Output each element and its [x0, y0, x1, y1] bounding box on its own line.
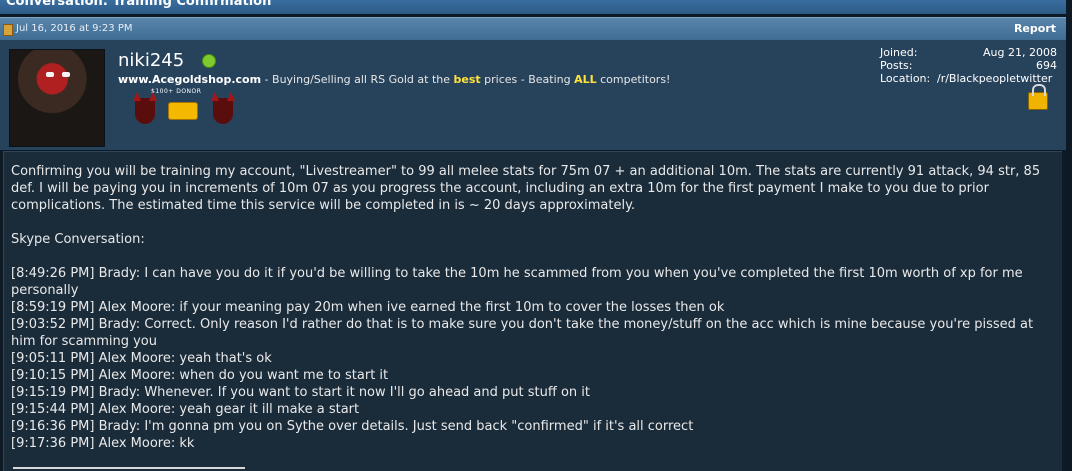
stat-value: /r/Blackpeopletwitter: [937, 72, 1053, 85]
user-title-text: competitors!: [596, 73, 671, 86]
avatar-eye: [62, 72, 70, 77]
message-intro: Confirming you will be training my accou…: [11, 164, 1041, 213]
stat-label: Location:: [880, 72, 931, 85]
user-title-site: www.Acegoldshop.com: [118, 73, 262, 86]
stat-value: Aug 21, 2008: [983, 46, 1057, 59]
conversation-title: Conversation: Training Confirmation: [6, 0, 272, 9]
stat-value[interactable]: 694: [1036, 59, 1057, 72]
donor-badge-caption: $100+ DONOR: [151, 88, 202, 95]
chat-line: [9:17:36 PM] Alex Moore: kk: [11, 436, 195, 451]
avatar-eye: [46, 72, 54, 77]
chat-line: [8:49:26 PM] Brady: I can have you do it…: [11, 266, 1023, 298]
chat-line: [8:59:19 PM] Alex Moore: if your meaning…: [11, 300, 725, 315]
stat-location: Location: /r/Blackpeopletwitter: [880, 72, 1057, 85]
chat-line: [9:15:19 PM] Brady: Whenever. If you wan…: [11, 385, 590, 400]
user-title: www.Acegoldshop.com - Buying/Selling all…: [118, 73, 670, 86]
chat-line: [9:05:11 PM] Alex Moore: yeah that's ok: [11, 351, 272, 366]
chat-line: [9:03:52 PM] Brady: Correct. Only reason…: [11, 317, 1034, 349]
user-title-highlight: ALL: [574, 73, 597, 86]
lock-icon: [1028, 84, 1048, 110]
demon-badge-icon: [133, 92, 157, 124]
gold-donor-badge-icon: [168, 102, 198, 120]
page-edge: [1066, 0, 1072, 470]
chat-line: [9:16:36 PM] Brady: I'm gonna pm you on …: [11, 419, 694, 434]
stat-joined: Joined: Aug 21, 2008: [880, 46, 1057, 59]
conversation-title-bar: Conversation: Training Confirmation: [0, 0, 1072, 14]
post-date: Jul 16, 2016 at 9:23 PM: [16, 23, 133, 34]
user-stats: Joined: Aug 21, 2008 Posts: 694 Location…: [880, 46, 1057, 85]
chat-line: [9:10:15 PM] Alex Moore: when do you wan…: [11, 368, 389, 383]
chat-line: [9:15:44 PM] Alex Moore: yeah gear it il…: [11, 402, 360, 417]
username[interactable]: niki245: [118, 50, 184, 71]
message-text: Confirming you will be training my accou…: [11, 163, 1057, 452]
avatar[interactable]: [9, 49, 105, 147]
user-info-panel: niki245 www.Acegoldshop.com - Buying/Sel…: [0, 40, 1066, 150]
post-icon: [3, 24, 13, 36]
message-body: Confirming you will be training my accou…: [3, 151, 1062, 471]
divider: [13, 467, 245, 469]
user-badges: $100+ DONOR: [131, 88, 241, 128]
online-status-icon: [202, 54, 216, 68]
user-title-text: - Buying/Selling all RS Gold at the: [261, 73, 454, 86]
skype-heading: Skype Conversation:: [11, 232, 145, 247]
post-header: Jul 16, 2016 at 9:23 PM Report: [0, 17, 1066, 40]
stat-posts: Posts: 694: [880, 59, 1057, 72]
demon-badge-icon: [211, 92, 235, 124]
stat-label: Posts:: [880, 59, 913, 72]
user-title-highlight: best: [453, 73, 481, 86]
user-title-text: prices - Beating: [480, 73, 575, 86]
stat-label: Joined:: [880, 46, 918, 59]
report-link[interactable]: Report: [1014, 22, 1056, 35]
